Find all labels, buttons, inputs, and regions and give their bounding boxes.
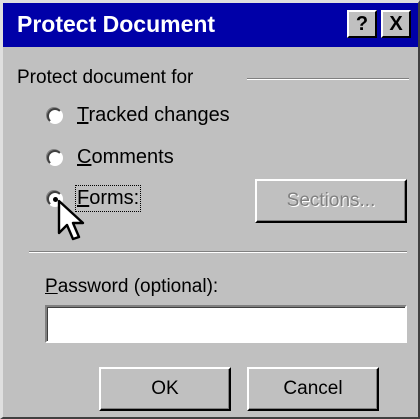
radio-button-comments[interactable] [47,150,63,166]
dialog-title: Protect Document [17,11,216,37]
separator [29,251,407,253]
radio-label-comments[interactable]: Comments [77,146,174,169]
mouse-pointer-icon [57,199,85,241]
protect-document-dialog: Protect Document ? X Protect document fo… [0,0,420,419]
accelerator-key: T [77,104,89,126]
sections-button[interactable]: Sections... [255,179,407,223]
radio-label-forms[interactable]: Forms: [74,185,142,212]
radio-button-tracked-changes[interactable] [47,108,63,124]
protect-group-label: Protect document for [17,67,194,88]
ok-button[interactable]: OK [99,367,231,411]
close-button[interactable]: X [381,10,411,38]
group-divider [247,78,409,80]
accelerator-key: C [77,146,92,168]
title-bar[interactable]: Protect Document ? X [3,3,418,47]
password-input[interactable] [45,305,407,343]
close-icon: X [389,13,403,35]
help-button[interactable]: ? [347,10,377,38]
cancel-button[interactable]: Cancel [247,367,379,411]
help-icon: ? [355,13,369,35]
password-label: Password (optional): [45,276,219,297]
radio-label-tracked-changes[interactable]: Tracked changes [77,104,230,127]
